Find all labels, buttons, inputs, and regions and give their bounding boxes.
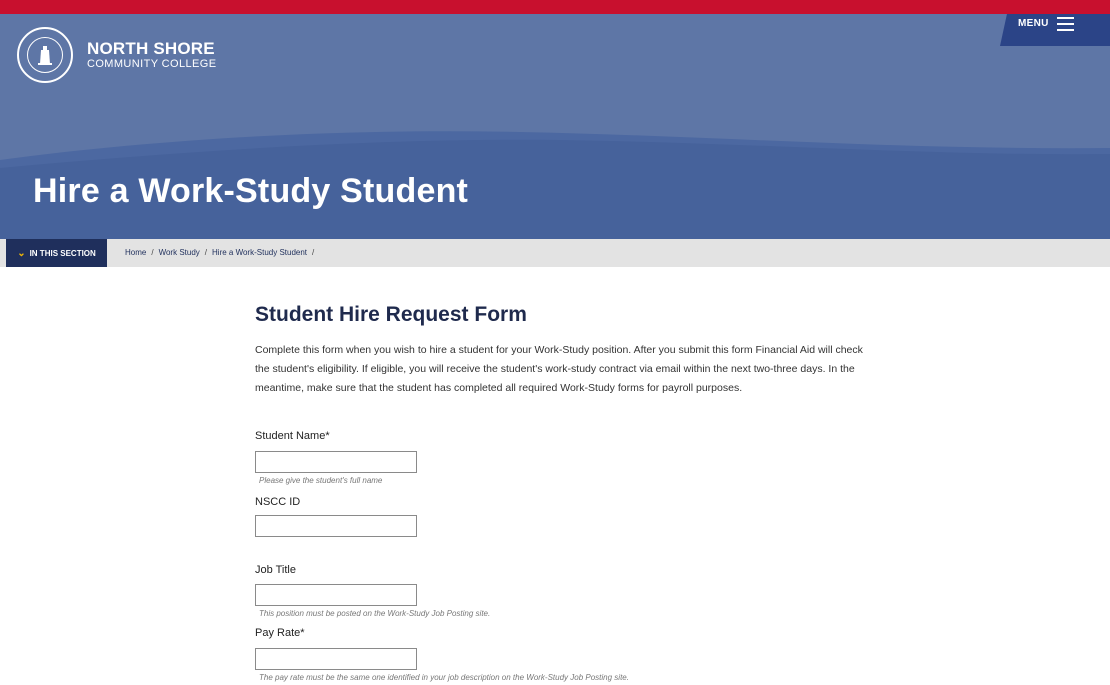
form-title: Student Hire Request Form (255, 303, 527, 326)
breadcrumb: Home / Work Study / Hire a Work-Study Studen… (125, 248, 315, 257)
pay-rate-label: Pay Rate* (255, 627, 305, 639)
form-section: Student Hire Request Form Complete this … (255, 303, 875, 398)
hero-banner: NORTH SHORE COMMUNITY COLLEGE MENU Hire … (0, 0, 1110, 239)
college-seal-icon (17, 27, 73, 83)
college-subname: COMMUNITY COLLEGE (87, 58, 217, 70)
nscc-id-label: NSCC ID (255, 496, 301, 508)
college-logo[interactable]: NORTH SHORE COMMUNITY COLLEGE (17, 27, 216, 83)
in-this-section-label: IN THIS SECTION (29, 248, 96, 258)
student-name-label: Student Name* (255, 430, 330, 442)
college-name: NORTH SHORE (87, 39, 215, 58)
pay-rate-input[interactable] (255, 648, 417, 670)
form-intro: Complete this form when you wish to hire… (255, 344, 863, 394)
breadcrumb-current[interactable]: Hire a Work-Study Student (212, 248, 307, 257)
student-name-hint: Please give the student's full name (259, 476, 383, 485)
student-name-input[interactable] (255, 451, 417, 473)
breadcrumb-link-work-study[interactable]: Work Study (159, 248, 200, 257)
job-title-label: Job Title (255, 564, 296, 576)
nscc-id-input[interactable] (255, 515, 417, 537)
breadcrumb-bar: ⌄ IN THIS SECTION Home / Work Study / Hire a… (0, 239, 1110, 267)
top-accent-bar (0, 0, 1110, 14)
page-title: Hire a Work-Study Student (33, 172, 469, 210)
breadcrumb-link-home[interactable]: Home (125, 248, 146, 257)
in-this-section-button[interactable]: ⌄ IN THIS SECTION (6, 239, 107, 267)
hamburger-icon[interactable] (1057, 17, 1074, 35)
pay-rate-hint: The pay rate must be the same one identi… (259, 673, 629, 682)
chevron-down-icon: ⌄ (17, 247, 26, 259)
menu-label[interactable]: MENU (1018, 18, 1049, 29)
job-title-input[interactable] (255, 584, 417, 606)
job-title-hint: This position must be posted on the Work… (259, 609, 491, 618)
